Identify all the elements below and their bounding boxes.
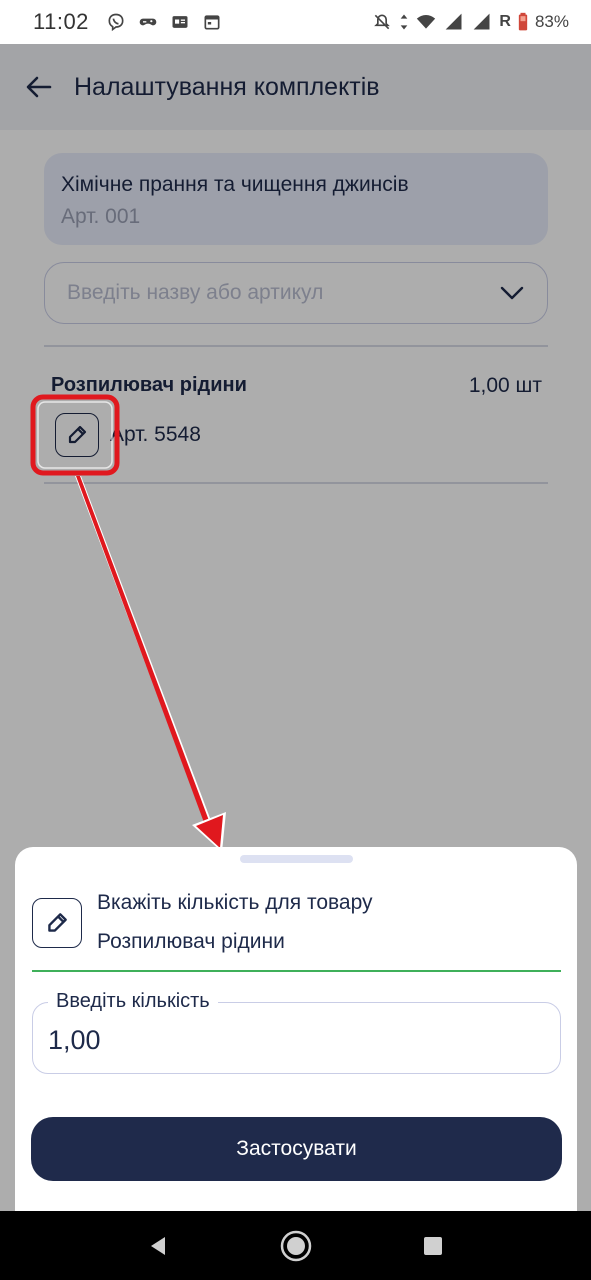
drag-handle[interactable]	[240, 855, 353, 863]
id-card-icon	[172, 16, 188, 28]
circle-home-icon	[280, 1230, 311, 1261]
status-bar: 11:02 R 83%	[0, 0, 591, 44]
system-nav-bar	[0, 1211, 591, 1280]
gamepad-icon	[139, 18, 157, 26]
wifi-icon	[417, 15, 436, 29]
quantity-label: Введіть кількість	[48, 990, 218, 1013]
viber-icon	[108, 13, 124, 32]
battery-icon	[518, 12, 528, 31]
square-recents-icon	[423, 1236, 442, 1255]
data-arrows-icon	[401, 14, 408, 30]
pencil-icon	[48, 913, 67, 932]
status-notification-icons	[105, 12, 223, 32]
nav-home-button[interactable]	[276, 1226, 316, 1266]
quantity-input[interactable]: Введіть кількість 1,00	[32, 990, 561, 1074]
quantity-bottom-sheet: Вкажіть кількість для товару Розпилювач …	[15, 847, 577, 1211]
sheet-edit-badge	[32, 898, 82, 948]
nav-back-button[interactable]	[139, 1226, 179, 1266]
network-type: R	[499, 13, 511, 30]
signal-icon	[446, 13, 462, 30]
signal-icon-2	[474, 13, 490, 30]
sheet-product-name: Розпилювач рідини	[97, 930, 285, 953]
status-system-icons: R 83%	[371, 12, 569, 32]
triangle-back-icon	[150, 1236, 165, 1255]
sheet-divider	[32, 970, 561, 972]
quantity-value[interactable]: 1,00	[48, 1025, 101, 1056]
battery-percent: 83%	[534, 12, 569, 31]
nav-recents-button[interactable]	[413, 1226, 453, 1266]
sheet-prompt: Вкажіть кількість для товару	[97, 891, 373, 914]
mute-icon	[374, 14, 391, 30]
apply-button[interactable]: Застосувати	[31, 1117, 562, 1181]
calendar-icon	[204, 15, 220, 30]
status-time: 11:02	[33, 9, 89, 34]
